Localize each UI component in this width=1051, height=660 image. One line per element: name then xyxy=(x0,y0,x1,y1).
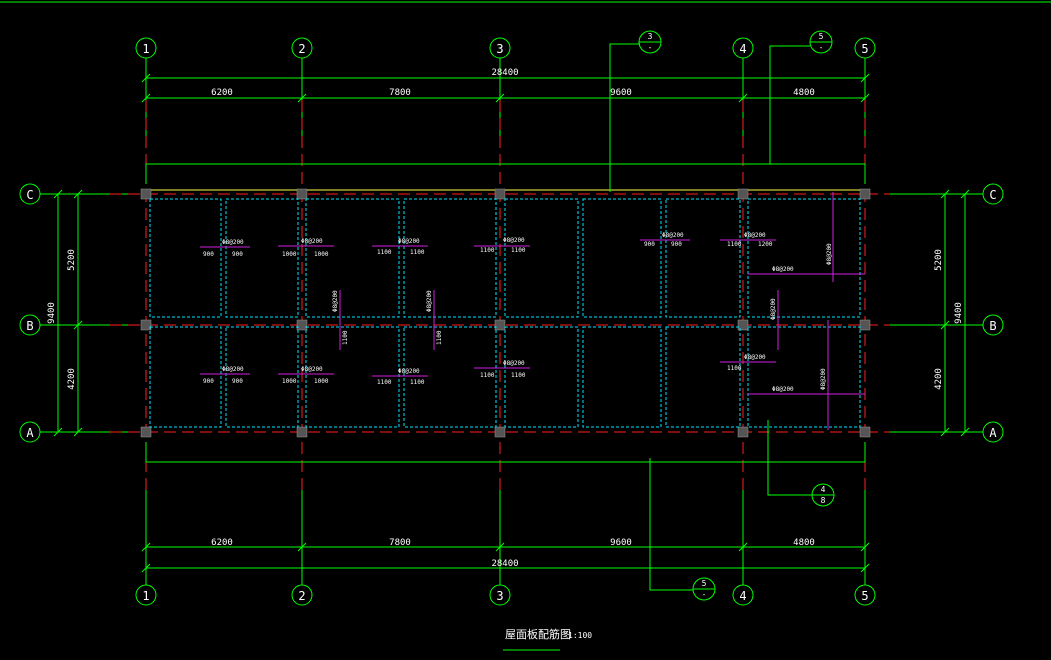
rebar-spec: Φ8@200 xyxy=(744,354,766,361)
rebar-spec: Φ8@200 xyxy=(398,368,420,375)
axis-label-3-top: 3 xyxy=(496,42,503,56)
rebar-spec: Φ8@200 xyxy=(503,237,525,244)
rebar-spec-vertical: Φ8@200 xyxy=(332,290,339,312)
section-number-5-top: 5 xyxy=(819,32,824,41)
rebar-len: 1000 xyxy=(282,378,297,385)
axis-label-1-bottom: 1 xyxy=(142,589,149,603)
axis-label-4-bottom: 4 xyxy=(739,589,746,603)
dim-row-1-right: 5200 xyxy=(934,249,944,271)
rebar-spec: Φ8@200 xyxy=(301,238,323,245)
axis-label-2-top: 2 xyxy=(298,42,305,56)
dim-span-2-bottom: 7800 xyxy=(389,538,411,548)
rebar-spec: Φ8@200 xyxy=(503,360,525,367)
section-sheet-5-bottom: - xyxy=(702,590,707,599)
section-number-3: 3 xyxy=(648,32,653,41)
axis-label-C-right: C xyxy=(989,188,996,202)
dim-span-3-bottom: 9600 xyxy=(610,538,632,548)
axis-label-B-left: B xyxy=(26,319,33,333)
axis-label-3-bottom: 3 xyxy=(496,589,503,603)
axis-label-A-right: A xyxy=(989,426,997,440)
rebar-len: 1000 xyxy=(314,251,329,258)
rebar-len: 1000 xyxy=(282,251,297,258)
rebar-len: 1100 xyxy=(480,372,495,379)
rebar-len: 900 xyxy=(232,378,243,385)
section-sheet-4: 8 xyxy=(821,496,826,505)
rebar-spec-vertical: Φ8@200 xyxy=(770,298,777,320)
rebar-len: 1100 xyxy=(410,379,425,386)
dim-span-1-top: 6200 xyxy=(211,88,233,98)
axis-label-2-bottom: 2 xyxy=(298,589,305,603)
rebar-spec-vertical: Φ8@200 xyxy=(426,290,433,312)
dim-total-bottom: 28400 xyxy=(491,559,518,569)
axis-label-5-top: 5 xyxy=(861,42,868,56)
section-sheet-5-top: - xyxy=(819,43,824,52)
rebar-spec: Φ8@200 xyxy=(222,366,244,373)
rebar-spec: Φ8@200 xyxy=(398,238,420,245)
rebar-len: 1100 xyxy=(377,249,392,256)
dim-span-4-top: 4800 xyxy=(793,88,815,98)
dim-total-left: 9400 xyxy=(47,302,57,324)
structural-drawing-canvas: 1 2 3 4 5 1 2 3 4 5 C B A C B A 28400 62… xyxy=(0,0,1051,660)
dim-row-2-right: 4200 xyxy=(934,368,944,390)
rebar-len: 900 xyxy=(671,241,682,248)
rebar-len-vertical: 1100 xyxy=(436,330,443,345)
rebar-len: 1100 xyxy=(480,247,495,254)
rebar-spec-vertical: Φ8@200 xyxy=(820,368,827,390)
drawing-title: 屋面板配筋图 xyxy=(505,627,571,641)
dim-total-right: 9400 xyxy=(954,302,964,324)
rebar-len: 1100 xyxy=(410,249,425,256)
axis-label-5-bottom: 5 xyxy=(861,589,868,603)
rebar-spec: Φ8@200 xyxy=(772,386,794,393)
section-number-5-bottom: 5 xyxy=(702,579,707,588)
dim-row-1-left: 5200 xyxy=(67,249,77,271)
drawing-scale: 1:100 xyxy=(568,631,592,640)
dim-span-1-bottom: 6200 xyxy=(211,538,233,548)
dim-total-top: 28400 xyxy=(491,68,518,78)
rebar-spec: Φ8@200 xyxy=(662,232,684,239)
rebar-len: 900 xyxy=(644,241,655,248)
section-sheet-3: - xyxy=(648,43,653,52)
axis-label-4-top: 4 xyxy=(739,42,746,56)
rebar-len: 1100 xyxy=(377,379,392,386)
axis-label-A-left: A xyxy=(26,426,34,440)
dim-span-3-top: 9600 xyxy=(610,88,632,98)
axis-label-C-left: C xyxy=(26,188,33,202)
rebar-len: 900 xyxy=(232,251,243,258)
rebar-len: 1200 xyxy=(758,241,773,248)
rebar-len: 1100 xyxy=(511,247,526,254)
dim-span-2-top: 7800 xyxy=(389,88,411,98)
rebar-spec-vertical: Φ8@200 xyxy=(826,243,833,265)
rebar-len-vertical: 1100 xyxy=(342,330,349,345)
rebar-spec: Φ8@200 xyxy=(301,366,323,373)
rebar-len: 1100 xyxy=(727,241,742,248)
dim-span-4-bottom: 4800 xyxy=(793,538,815,548)
axis-label-1-top: 1 xyxy=(142,42,149,56)
rebar-spec: Φ8@200 xyxy=(222,239,244,246)
rebar-spec: Φ8@200 xyxy=(772,266,794,273)
rebar-len: 1100 xyxy=(511,372,526,379)
section-number-4: 4 xyxy=(821,485,826,494)
rebar-len: 1000 xyxy=(314,378,329,385)
dim-row-2-left: 4200 xyxy=(67,368,77,390)
rebar-len: 900 xyxy=(203,378,214,385)
rebar-len: 1100 xyxy=(727,365,742,372)
axis-label-B-right: B xyxy=(989,319,996,333)
rebar-spec: Φ8@200 xyxy=(744,232,766,239)
rebar-len: 900 xyxy=(203,251,214,258)
